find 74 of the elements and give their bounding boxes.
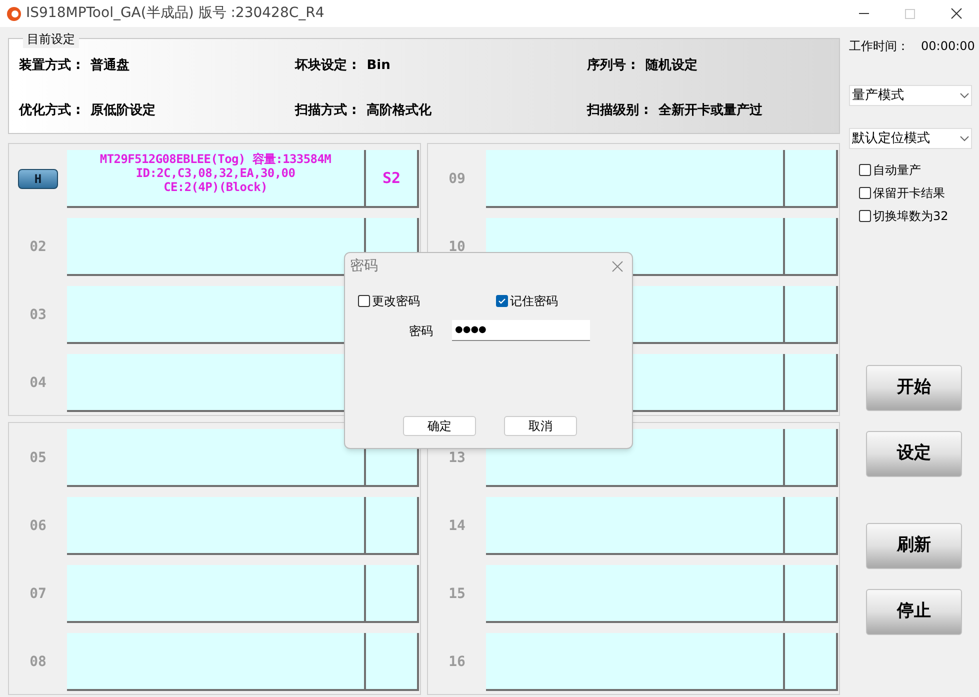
slot-number: 02 xyxy=(30,238,46,256)
action-button[interactable]: 开始 xyxy=(866,365,962,411)
mode-dropdown[interactable]: 默认定位模式 xyxy=(849,128,972,149)
checkbox[interactable] xyxy=(859,210,871,222)
checkbox-label: 自动量产 xyxy=(873,162,921,179)
checkbox[interactable] xyxy=(859,164,871,176)
chevron-down-icon xyxy=(960,136,969,142)
setting-label: 序列号 : xyxy=(587,56,636,75)
device-info-text: ID:2C,C3,08,32,EA,30,00 xyxy=(136,166,296,180)
minimize-icon xyxy=(859,12,869,14)
slot-status-cell xyxy=(785,633,838,691)
slot-number: 05 xyxy=(30,448,46,468)
slot-number: 15 xyxy=(448,584,466,604)
checkbox[interactable] xyxy=(358,295,370,307)
slot-number: 03 xyxy=(30,306,46,324)
dialog-button[interactable]: 取消 xyxy=(504,416,577,436)
checkbox[interactable] xyxy=(496,295,508,307)
slot-number: 13 xyxy=(448,448,466,468)
slot-number: 10 xyxy=(448,238,466,256)
checkbox[interactable] xyxy=(859,187,871,199)
setting-label: 扫描方式 : xyxy=(295,102,357,120)
setting-value: Bin xyxy=(366,56,390,75)
mode-dropdown[interactable]: 量产模式 xyxy=(849,85,972,106)
slot-status-cell xyxy=(785,497,838,555)
setting-value: 高阶格式化 xyxy=(366,102,432,120)
slot-status-cell xyxy=(785,354,838,412)
slot-status-cell xyxy=(785,429,838,487)
slot-status-cell xyxy=(366,565,419,623)
checkbox-label: 记住密码 xyxy=(510,293,558,310)
password-label: 密码 xyxy=(409,322,434,340)
app-logo-icon xyxy=(6,6,22,22)
maximize-icon xyxy=(905,8,915,18)
action-button[interactable]: 停止 xyxy=(866,589,962,635)
setting-value: 随机设定 xyxy=(646,56,698,75)
checkbox-label: 更改密码 xyxy=(372,293,420,310)
slot-number: 08 xyxy=(30,652,46,672)
slot-number: 06 xyxy=(30,516,46,536)
dialog-button[interactable]: 确定 xyxy=(403,416,476,436)
setting-label: 扫描级别 : xyxy=(587,102,649,120)
group-title: 目前设定 xyxy=(23,30,79,48)
status-text: S2 xyxy=(382,168,401,189)
dialog-title: 密码 xyxy=(350,257,378,276)
action-button[interactable]: 设定 xyxy=(866,431,962,477)
slot-status-cell xyxy=(785,218,838,276)
slot-status-cell xyxy=(785,286,838,344)
device-info-text: MT29F512G08EBLEE(Tog) 容量:133584M xyxy=(100,152,332,166)
work-time-value: 00:00:00 xyxy=(921,38,975,55)
window-title: IS918MPTool_GA(半成品) 版号 :230428C_R4 xyxy=(26,4,324,23)
slot-number: 04 xyxy=(30,374,46,392)
checkbox-label: 切换埠数为32 xyxy=(873,208,948,225)
chevron-down-icon xyxy=(960,92,969,98)
slot-number: 09 xyxy=(448,170,466,188)
setting-label: 坏块设定 : xyxy=(295,56,357,75)
slot-status-cell xyxy=(366,633,419,691)
setting-label: 装置方式 : xyxy=(19,56,81,75)
setting-label: 优化方式 : xyxy=(19,102,81,120)
password-field[interactable]: ●●●● xyxy=(452,320,590,341)
slot-number: 16 xyxy=(448,652,466,672)
close-icon xyxy=(950,8,962,19)
slot-badge[interactable]: H xyxy=(18,169,58,189)
setting-value: 普通盘 xyxy=(90,56,130,75)
device-info-text: CE:2(4P)(Block) xyxy=(164,180,268,194)
setting-value: 原低阶设定 xyxy=(90,102,156,120)
action-button[interactable]: 刷新 xyxy=(866,523,962,569)
setting-value: 全新开卡或量产过 xyxy=(658,102,763,120)
slot-status-cell xyxy=(366,497,419,555)
slot-number: 07 xyxy=(30,584,46,604)
close-icon xyxy=(612,261,622,272)
slot-number: 14 xyxy=(448,516,466,536)
slot-status-cell xyxy=(785,565,838,623)
check-icon xyxy=(498,297,506,305)
work-time-label: 工作时间： xyxy=(849,38,909,55)
slot-status-cell xyxy=(785,150,838,208)
checkbox-label: 保留开卡结果 xyxy=(873,185,945,202)
